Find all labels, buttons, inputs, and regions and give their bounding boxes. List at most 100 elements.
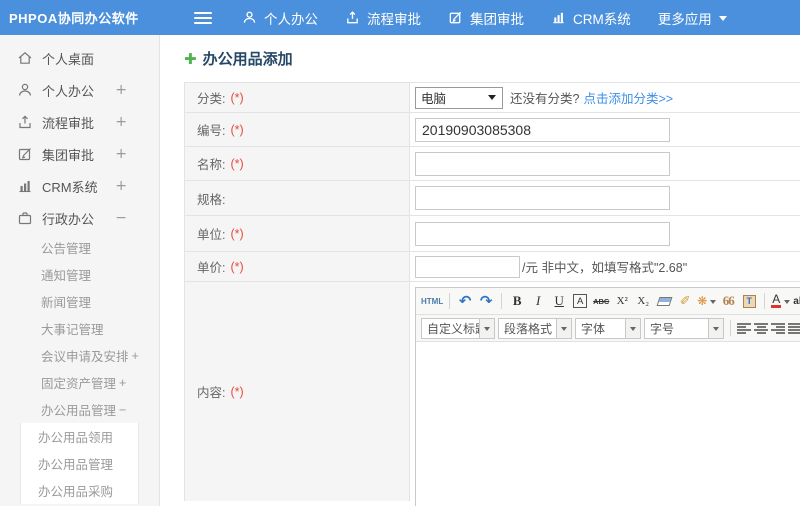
top-nav: 个人办公 流程审批 集团审批 CRM系统 更多应用 (242, 8, 727, 28)
sidebar-item-personal-office[interactable]: 个人办公 + (0, 74, 159, 106)
nav-personal-office[interactable]: 个人办公 (242, 8, 318, 28)
required-mark: (*) (230, 259, 244, 274)
strikethrough-button[interactable]: ABC (592, 292, 610, 311)
form-row-category: 分类: (*) 电脑 还没有分类? 点击添加分类>> (185, 83, 800, 113)
sidebar-subitem-meetings[interactable]: 会议申请及安排 + (0, 342, 159, 369)
form-row-price: 单价: (*) /元 非中文，如填写格式"2.68" (185, 252, 800, 282)
required-mark: (*) (230, 122, 244, 137)
field-label: 内容: (197, 386, 226, 400)
sidebar-subitem-memorabilia[interactable]: 大事记管理 (0, 315, 159, 342)
sidebar-item-personal-desktop[interactable]: 个人桌面 (0, 42, 159, 74)
nav-label: CRM系统 (573, 11, 631, 27)
sidebar-subitem-news[interactable]: 新闻管理 (0, 288, 159, 315)
spec-input[interactable] (415, 186, 670, 210)
sidebar-subitem-notices[interactable]: 通知管理 (0, 261, 159, 288)
sidebar-item-supplies-manage[interactable]: 办公用品管理 (21, 450, 138, 477)
underline-button[interactable]: U (550, 292, 568, 311)
char-border-button[interactable]: A (571, 292, 589, 311)
highlight-color-button[interactable]: ab✐ (793, 292, 800, 311)
share-icon (17, 114, 33, 130)
eraser-icon[interactable] (655, 292, 673, 311)
price-input[interactable] (415, 255, 520, 278)
nav-label: 集团审批 (470, 11, 524, 27)
custom-title-dropdown[interactable]: 自定义标题 (421, 317, 495, 339)
subscript-button[interactable]: X₂ (634, 292, 652, 311)
align-center-icon[interactable] (754, 322, 768, 334)
required-mark: (*) (230, 156, 244, 171)
caret-down-icon (710, 299, 717, 307)
font-family-dropdown[interactable]: 字体 (575, 317, 641, 339)
expand-plus-icon[interactable]: + (115, 82, 127, 98)
sidebar-subitem-announcements[interactable]: 公告管理 (0, 234, 159, 261)
caret-down-icon (556, 318, 571, 338)
editor-toolbar-row1: HTML ↶ ↷ B I U A ABC X² X₂ ✐ ❋ 66 T A a (416, 288, 800, 315)
sidebar-subitem-office-supplies[interactable]: 办公用品管理 − (0, 396, 159, 423)
superscript-button[interactable]: X² (613, 292, 631, 311)
subitem-label: 办公用品管理 (41, 404, 117, 418)
sidebar: 个人桌面 个人办公 + 流程审批 + 集团审批 + CRM系统 + 行政办公 −… (0, 35, 160, 506)
caret-down-icon (625, 318, 640, 338)
edit-icon (17, 146, 33, 162)
add-category-link[interactable]: 点击添加分类>> (583, 88, 673, 107)
nav-label: 流程审批 (367, 11, 421, 27)
subitem-label: 大事记管理 (41, 323, 104, 337)
required-mark: (*) (230, 384, 244, 399)
expand-plus-icon[interactable]: + (132, 349, 139, 363)
sidebar-item-supplies-claim[interactable]: 办公用品领用 (21, 423, 138, 450)
required-mark: (*) (230, 226, 244, 241)
sidebar-item-label: 个人办公 (42, 83, 95, 99)
app-logo[interactable]: PHPOA协同办公软件 (0, 8, 152, 27)
page-title: 办公用品添加 (202, 51, 293, 68)
hamburger-menu-icon[interactable] (194, 11, 212, 24)
sidebar-item-label: 个人桌面 (42, 51, 95, 67)
font-size-dropdown[interactable]: 字号 (644, 317, 724, 339)
nav-more-apps[interactable]: 更多应用 (658, 8, 727, 28)
paste-button[interactable]: T (740, 292, 758, 311)
expand-plus-icon[interactable]: + (115, 146, 127, 162)
caret-down-icon (479, 318, 494, 338)
expand-plus-icon[interactable]: + (115, 114, 127, 130)
nav-crm-system[interactable]: CRM系统 (551, 8, 631, 28)
name-input[interactable] (415, 151, 670, 176)
sidebar-item-supplies-purchase[interactable]: 办公用品采购 (21, 477, 138, 504)
blockquote-button[interactable]: 66 (719, 292, 737, 311)
undo-icon[interactable]: ↶ (456, 292, 474, 311)
sidebar-item-label: CRM系统 (42, 179, 98, 195)
redo-icon[interactable]: ↷ (477, 292, 495, 311)
main-content: ✚ 办公用品添加 分类: (*) 电脑 还没有分类? 点击添加分类>> 编号: … (160, 35, 800, 506)
nav-group-approval[interactable]: 集团审批 (448, 8, 524, 28)
form-row-name: 名称: (*) (185, 147, 800, 181)
editor-content-area[interactable] (416, 342, 800, 506)
bar-chart-icon (551, 10, 566, 25)
format-brush-icon[interactable]: ✐ (676, 292, 694, 311)
autoformat-button[interactable]: ❋ (697, 292, 717, 311)
category-select[interactable]: 电脑 (415, 86, 503, 109)
form-row-unit: 单位: (*) (185, 216, 800, 252)
align-left-icon[interactable] (737, 322, 751, 334)
field-label: 规格: (197, 192, 226, 207)
align-justify-icon[interactable] (788, 322, 800, 334)
sidebar-item-workflow-approval[interactable]: 流程审批 + (0, 106, 159, 138)
expand-plus-icon[interactable]: + (119, 376, 126, 390)
align-right-icon[interactable] (771, 322, 785, 334)
collapse-minus-icon[interactable]: − (119, 403, 126, 417)
add-supplies-form: 分类: (*) 电脑 还没有分类? 点击添加分类>> 编号: (*) 20190… (184, 82, 800, 506)
code-input[interactable] (415, 117, 670, 142)
form-row-code: 编号: (*) (185, 113, 800, 147)
sidebar-item-group-approval[interactable]: 集团审批 + (0, 138, 159, 170)
bold-button[interactable]: B (508, 292, 526, 311)
nav-workflow-approval[interactable]: 流程审批 (345, 8, 421, 28)
collapse-minus-icon[interactable]: − (115, 210, 127, 226)
sidebar-item-admin-office[interactable]: 行政办公 − (0, 202, 159, 234)
sidebar-item-crm-system[interactable]: CRM系统 + (0, 170, 159, 202)
sidebar-subitem-fixed-assets[interactable]: 固定资产管理 + (0, 369, 159, 396)
top-navigation-bar: PHPOA协同办公软件 个人办公 流程审批 集团审批 CRM系统 更多应用 (0, 0, 800, 35)
unit-input[interactable] (415, 221, 670, 246)
html-source-button[interactable]: HTML (421, 292, 443, 311)
font-color-button[interactable]: A (771, 292, 791, 311)
italic-button[interactable]: I (529, 292, 547, 311)
expand-plus-icon[interactable]: + (115, 178, 127, 194)
form-row-spec: 规格: (185, 181, 800, 216)
paragraph-format-dropdown[interactable]: 段落格式 (498, 317, 572, 339)
caret-down-icon (784, 299, 791, 307)
